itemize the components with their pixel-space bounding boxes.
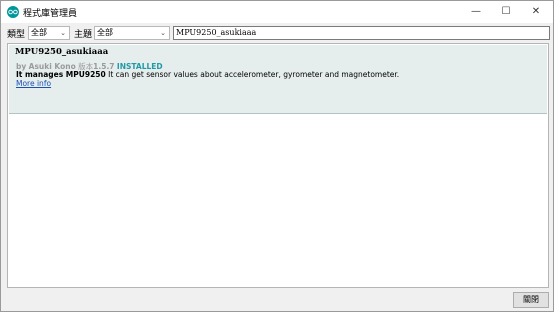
library-list[interactable]: MPU9250_asukiaaa by Asuki Kono 版本1.5.7 I…	[7, 43, 549, 288]
type-dropdown-value: 全部	[31, 28, 47, 37]
window-title: 程式庫管理員	[23, 9, 78, 19]
minimize-button[interactable]: —	[461, 1, 491, 23]
topic-label: 主題	[74, 30, 93, 40]
type-label: 類型	[7, 30, 26, 40]
maximize-button[interactable]: ☐	[491, 1, 521, 23]
type-dropdown[interactable]: 全部 ⌄	[28, 26, 70, 40]
topic-dropdown[interactable]: 全部 ⌄	[94, 26, 170, 40]
library-name: MPU9250_asukiaaa	[15, 47, 109, 57]
chevron-down-icon: ⌄	[60, 29, 66, 37]
list-item[interactable]: MPU9250_asukiaaa by Asuki Kono 版本1.5.7 I…	[9, 45, 547, 114]
library-manager-window: 程式庫管理員 — ☐ ✕ 類型 全部 ⌄ 主題 全部 ⌄ MPU9250_asu…	[0, 0, 554, 312]
close-button[interactable]: 關閉	[513, 292, 549, 308]
title-bar: 程式庫管理員 — ☐ ✕	[1, 1, 553, 23]
library-description-bold: It manages MPU9250	[16, 70, 106, 79]
filter-bar: 類型 全部 ⌄ 主題 全部 ⌄ MPU9250_asukiaaa	[1, 23, 553, 43]
search-input[interactable]: MPU9250_asukiaaa	[173, 26, 550, 40]
library-description: It manages MPU9250 It can get sensor val…	[16, 70, 399, 79]
arduino-logo-icon	[7, 6, 19, 18]
topic-dropdown-value: 全部	[97, 28, 113, 37]
more-info-link[interactable]: More info	[16, 79, 51, 88]
chevron-down-icon: ⌄	[160, 29, 166, 37]
library-description-text: It can get sensor values about accelerom…	[108, 70, 400, 79]
close-window-button[interactable]: ✕	[521, 1, 551, 23]
